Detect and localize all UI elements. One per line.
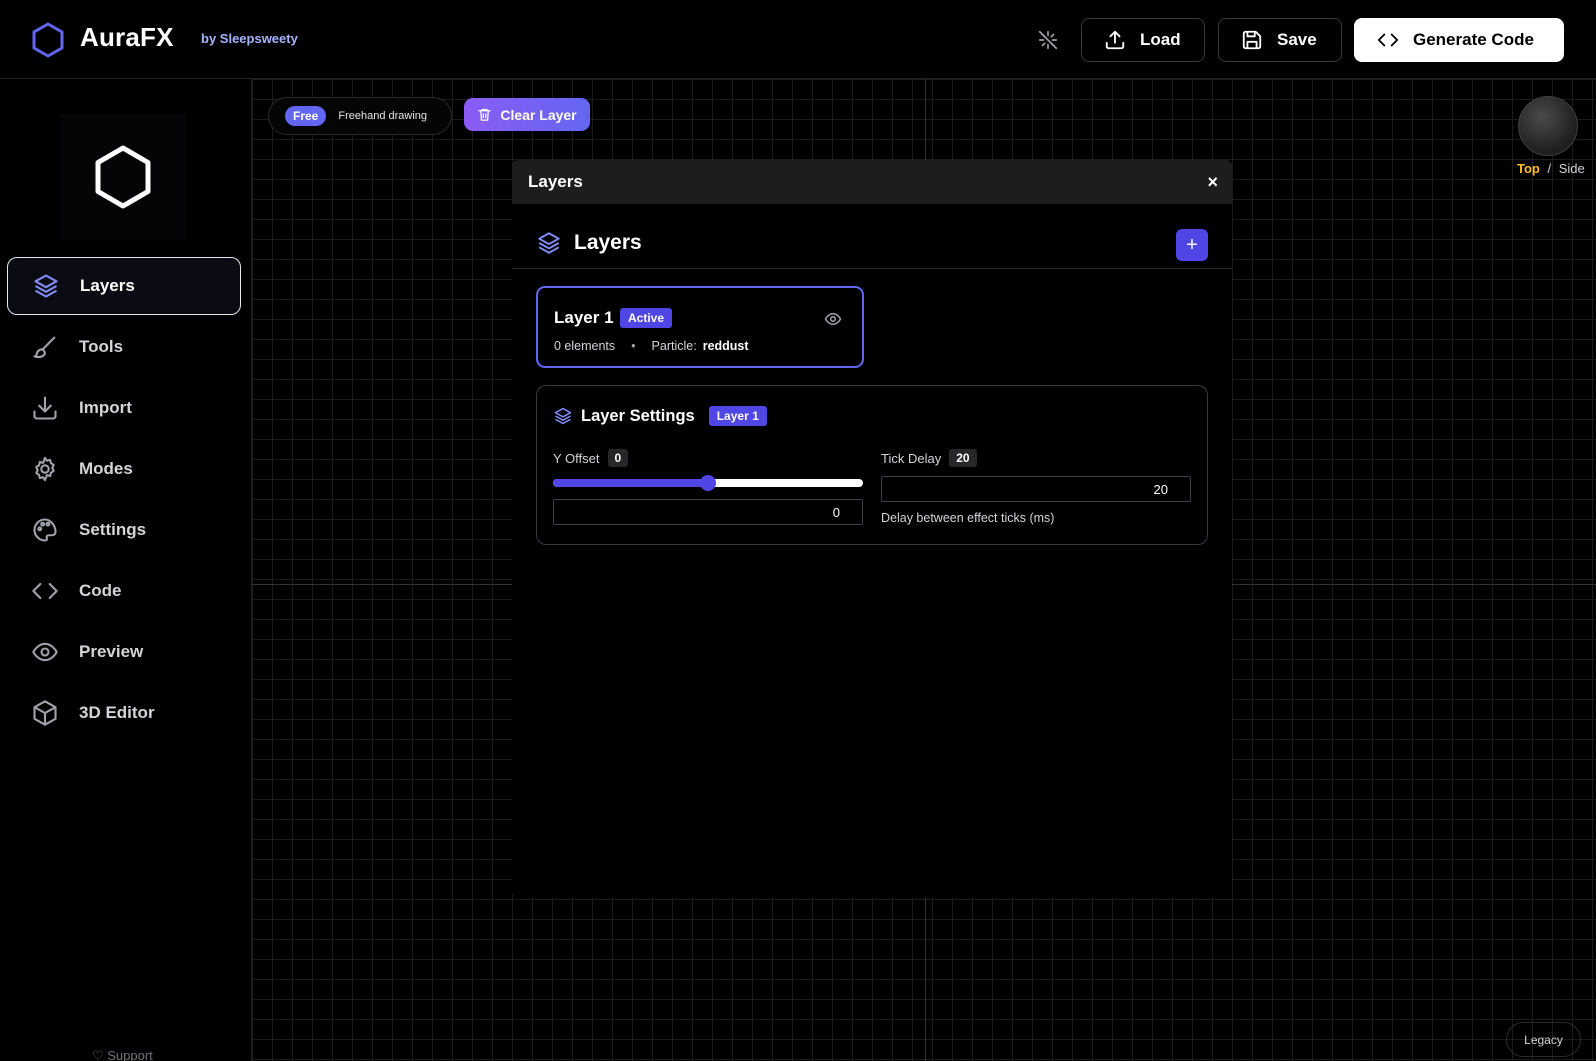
- view-top-option[interactable]: Top: [1517, 161, 1540, 176]
- tick-delay-chip: 20: [949, 449, 977, 467]
- visibility-eye-icon[interactable]: [824, 310, 842, 328]
- sidebar-item-label: 3D Editor: [79, 703, 155, 722]
- code-icon: [1377, 33, 1399, 47]
- sidebar-item-3d-editor[interactable]: 3D Editor: [7, 684, 241, 742]
- view-orb[interactable]: [1518, 96, 1578, 156]
- settings-title-row: Layer Settings Layer 1: [553, 406, 767, 426]
- app-root: AuraFX by Sleepsweety Load Save Generate: [0, 0, 1596, 1061]
- sidebar-item-label: Tools: [79, 337, 124, 356]
- sidebar: Layers Tools Import Modes Settings Code …: [0, 79, 252, 1061]
- upload-icon: [1105, 30, 1125, 50]
- sidebar-item-label: Layers: [80, 276, 135, 295]
- sidebar-item-preview[interactable]: Preview: [7, 623, 241, 681]
- save-button[interactable]: Save: [1218, 18, 1342, 62]
- download-icon: [33, 396, 57, 420]
- slider-thumb[interactable]: [700, 475, 716, 491]
- settings-title: Layer Settings: [581, 406, 695, 425]
- settings-layer-badge: Layer 1: [708, 406, 767, 426]
- clear-layer-label: Clear Layer: [500, 106, 577, 123]
- drawing-mode-indicator: Free Freehand drawing: [268, 97, 452, 135]
- save-label: Save: [1277, 30, 1317, 49]
- tick-delay-label-row: Tick Delay 20: [881, 449, 977, 467]
- sidebar-item-layers[interactable]: Layers: [7, 257, 241, 315]
- layer-element-count: 0 elements: [554, 339, 616, 353]
- tick-delay-input[interactable]: [881, 476, 1191, 502]
- meta-separator-dot: •: [631, 339, 636, 353]
- sidebar-item-import[interactable]: Import: [7, 379, 241, 437]
- load-label: Load: [1140, 30, 1181, 49]
- clear-layer-button[interactable]: Clear Layer: [464, 98, 590, 131]
- sidebar-item-label: Import: [79, 398, 132, 417]
- sidebar-item-label: Modes: [79, 459, 133, 478]
- tick-delay-label: Tick Delay: [881, 450, 942, 466]
- particle-label: Particle:: [651, 339, 697, 353]
- layer-status-badge: Active: [620, 308, 673, 328]
- legacy-button[interactable]: Legacy: [1506, 1022, 1581, 1057]
- layers-icon: [538, 232, 560, 254]
- brand-name: AuraFX: [80, 22, 174, 52]
- view-toggle: Top / Side: [1517, 161, 1585, 176]
- top-header: AuraFX by Sleepsweety Load Save Generate: [0, 0, 1596, 79]
- layer-settings-card: Layer Settings Layer 1 Y Offset 0 Tick D…: [536, 385, 1208, 545]
- brand-byline[interactable]: by Sleepsweety: [201, 31, 298, 46]
- trash-icon: [478, 108, 492, 121]
- mode-description: Freehand drawing: [338, 110, 428, 122]
- y-offset-input[interactable]: [553, 499, 863, 525]
- panel-title-bar[interactable]: Layers: [512, 160, 1232, 204]
- sidebar-item-label: Settings: [79, 520, 147, 539]
- layers-icon: [34, 274, 58, 298]
- eye-icon: [32, 642, 58, 662]
- mode-badge: Free: [285, 106, 327, 126]
- y-offset-label: Y Offset: [553, 450, 600, 466]
- y-offset-chip: 0: [607, 449, 629, 467]
- code-icon: [32, 582, 58, 600]
- layers-icon: [554, 407, 572, 425]
- sidebar-item-tools[interactable]: Tools: [7, 318, 241, 376]
- panel-heading: Layers: [574, 231, 642, 254]
- close-icon[interactable]: ×: [1207, 172, 1218, 193]
- sidebar-item-label: Code: [79, 581, 122, 600]
- support-link[interactable]: ♡ Support: [92, 1048, 153, 1061]
- layer-meta: 0 elements • Particle: reddust: [554, 339, 749, 353]
- sidebar-item-code[interactable]: Code: [7, 562, 241, 620]
- slider-fill: [553, 479, 708, 487]
- hexagon-logo-icon: [32, 22, 64, 58]
- brush-icon: [33, 336, 56, 359]
- sidebar-item-label: Preview: [79, 642, 144, 661]
- panel-divider: [512, 268, 1232, 269]
- generate-code-label: Generate Code: [1413, 30, 1534, 49]
- hexagon-icon: [95, 145, 151, 209]
- sidebar-logo: [60, 114, 186, 240]
- save-icon: [1242, 30, 1262, 50]
- sidebar-item-settings[interactable]: Settings: [7, 501, 241, 559]
- layers-panel: Layers × Layers + Layer 1 Active 0 eleme…: [512, 160, 1232, 898]
- tick-delay-help: Delay between effect ticks (ms): [881, 511, 1055, 525]
- panel-header: Layers: [536, 230, 642, 256]
- disable-effects-icon[interactable]: [1034, 26, 1062, 54]
- palette-icon: [33, 518, 57, 542]
- add-layer-button[interactable]: +: [1176, 229, 1208, 261]
- y-offset-label-row: Y Offset 0: [553, 449, 629, 467]
- layer-card[interactable]: Layer 1 Active 0 elements • Particle: re…: [536, 286, 864, 368]
- panel-window-title: Layers: [528, 172, 583, 191]
- layer-name: Layer 1: [554, 308, 614, 327]
- particle-value: reddust: [702, 339, 749, 353]
- y-offset-slider[interactable]: [553, 475, 863, 491]
- cube-icon: [33, 700, 57, 726]
- view-separator: /: [1547, 161, 1552, 176]
- sidebar-item-modes[interactable]: Modes: [7, 440, 241, 498]
- view-side-option[interactable]: Side: [1559, 161, 1585, 176]
- generate-code-button[interactable]: Generate Code: [1354, 18, 1564, 62]
- load-button[interactable]: Load: [1081, 18, 1205, 62]
- gear-icon: [35, 456, 55, 482]
